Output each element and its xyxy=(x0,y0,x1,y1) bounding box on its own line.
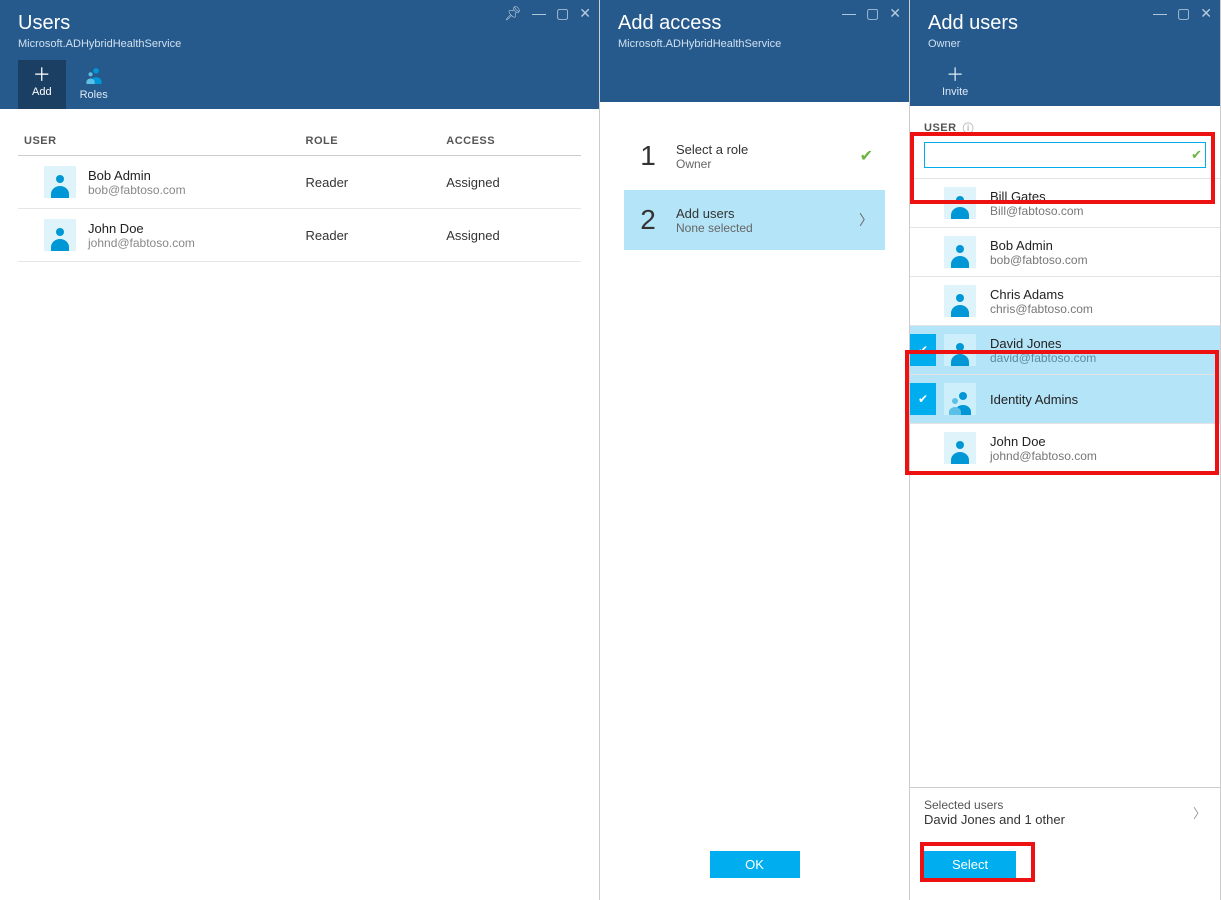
check-icon xyxy=(910,187,936,219)
maximize-icon[interactable]: ▢ xyxy=(866,6,879,20)
user-email: johnd@fabtoso.com xyxy=(88,236,195,250)
step-2[interactable]: 2 Add users None selected 〉 xyxy=(624,190,885,250)
add-users-blade: — ▢ ✕ Add users Owner ＋ Invite USER ⓘ ✔ … xyxy=(910,0,1221,900)
list-item[interactable]: Bob Admin bob@fabtoso.com xyxy=(910,228,1220,277)
user-email: johnd@fabtoso.com xyxy=(990,449,1097,463)
user-access: Assigned xyxy=(440,209,581,262)
user-access: Assigned xyxy=(440,156,581,209)
user-role: Reader xyxy=(300,209,441,262)
minimize-icon[interactable]: — xyxy=(1153,6,1167,20)
users-body: USER ROLE ACCESS Bob Admin bob@fabtoso.c… xyxy=(0,109,599,900)
pin-icon[interactable]: 📌︎ xyxy=(504,6,522,20)
filter-label: USER xyxy=(924,122,957,134)
check-icon xyxy=(910,285,936,317)
check-icon: ✔ xyxy=(860,146,873,166)
users-title: Users xyxy=(18,12,581,35)
user-role: Reader xyxy=(300,156,441,209)
step-number: 2 xyxy=(636,204,660,236)
invite-button[interactable]: ＋ Invite xyxy=(928,60,982,106)
step-1[interactable]: 1 Select a role Owner ✔ xyxy=(624,126,885,186)
add-users-subtitle: Owner xyxy=(928,38,1202,50)
steps: 1 Select a role Owner ✔ 2 Add users None… xyxy=(600,102,909,837)
chevron-right-icon: 〉 xyxy=(859,210,873,230)
avatar xyxy=(944,432,976,464)
plus-icon: ＋ xyxy=(33,66,51,84)
users-table: USER ROLE ACCESS Bob Admin bob@fabtoso.c… xyxy=(18,127,581,262)
add-access-blade: — ▢ ✕ Add access Microsoft.ADHybridHealt… xyxy=(600,0,910,900)
user-name: David Jones xyxy=(990,336,1096,351)
user-email: bob@fabtoso.com xyxy=(990,253,1088,267)
user-name: Chris Adams xyxy=(990,287,1093,302)
add-access-subtitle: Microsoft.ADHybridHealthService xyxy=(618,38,891,50)
avatar xyxy=(944,285,976,317)
step-sub: Owner xyxy=(676,157,844,171)
maximize-icon[interactable]: ▢ xyxy=(556,6,569,20)
user-name: John Doe xyxy=(88,221,195,236)
users-header: 📌︎ — ▢ ✕ Users Microsoft.ADHybridHealthS… xyxy=(0,0,599,109)
close-icon[interactable]: ✕ xyxy=(1200,6,1212,20)
list-item[interactable]: ✔ David Jones david@fabtoso.com xyxy=(910,326,1220,375)
step-sub: None selected xyxy=(676,221,843,235)
user-search-input[interactable] xyxy=(924,142,1206,168)
check-icon xyxy=(910,236,936,268)
avatar xyxy=(944,383,976,415)
filter-block: USER ⓘ ✔ xyxy=(910,106,1220,178)
avatar xyxy=(44,219,76,251)
check-icon: ✔ xyxy=(910,383,936,415)
table-row[interactable]: Bob Admin bob@fabtoso.com Reader Assigne… xyxy=(18,156,581,209)
check-icon: ✔ xyxy=(910,334,936,366)
user-name: Bill Gates xyxy=(990,189,1084,204)
user-name: Bob Admin xyxy=(990,238,1088,253)
add-button[interactable]: ＋ Add xyxy=(18,60,66,109)
user-name: John Doe xyxy=(990,434,1097,449)
user-list: Bill Gates Bill@fabtoso.com Bob Admin bo… xyxy=(910,178,1220,473)
step-title: Select a role xyxy=(676,142,844,157)
users-blade: 📌︎ — ▢ ✕ Users Microsoft.ADHybridHealthS… xyxy=(0,0,600,900)
users-subtitle: Microsoft.ADHybridHealthService xyxy=(18,38,581,50)
chevron-right-icon: 〉 xyxy=(1193,803,1206,822)
avatar xyxy=(944,187,976,219)
select-button[interactable]: Select xyxy=(924,851,1016,878)
step-number: 1 xyxy=(636,140,660,172)
avatar xyxy=(44,166,76,198)
maximize-icon[interactable]: ▢ xyxy=(1177,6,1190,20)
list-item[interactable]: ✔ Identity Admins xyxy=(910,375,1220,424)
selected-users-summary: David Jones and 1 other xyxy=(924,812,1065,827)
col-user: USER xyxy=(18,127,300,156)
col-role: ROLE xyxy=(300,127,441,156)
add-access-header: — ▢ ✕ Add access Microsoft.ADHybridHealt… xyxy=(600,0,909,102)
minimize-icon[interactable]: — xyxy=(842,6,856,20)
roles-button[interactable]: Roles xyxy=(66,60,122,109)
user-email: bob@fabtoso.com xyxy=(88,183,186,197)
list-item[interactable]: John Doe johnd@fabtoso.com xyxy=(910,424,1220,473)
check-icon xyxy=(910,432,936,464)
user-email: chris@fabtoso.com xyxy=(990,302,1093,316)
selected-users-bar[interactable]: Selected users David Jones and 1 other 〉 xyxy=(910,787,1220,837)
roles-icon xyxy=(85,66,103,87)
close-icon[interactable]: ✕ xyxy=(579,6,591,20)
ok-button[interactable]: OK xyxy=(710,851,800,878)
col-access: ACCESS xyxy=(440,127,581,156)
info-icon[interactable]: ⓘ xyxy=(963,120,975,136)
step-title: Add users xyxy=(676,206,843,221)
user-name: Bob Admin xyxy=(88,168,186,183)
user-email: david@fabtoso.com xyxy=(990,351,1096,365)
avatar xyxy=(944,236,976,268)
plus-icon: ＋ xyxy=(946,66,964,84)
table-row[interactable]: John Doe johnd@fabtoso.com Reader Assign… xyxy=(18,209,581,262)
list-item[interactable]: Bill Gates Bill@fabtoso.com xyxy=(910,179,1220,228)
add-users-header: — ▢ ✕ Add users Owner ＋ Invite xyxy=(910,0,1220,106)
user-email: Bill@fabtoso.com xyxy=(990,204,1084,218)
close-icon[interactable]: ✕ xyxy=(889,6,901,20)
selected-users-label: Selected users xyxy=(924,798,1065,812)
avatar xyxy=(944,334,976,366)
list-item[interactable]: Chris Adams chris@fabtoso.com xyxy=(910,277,1220,326)
minimize-icon[interactable]: — xyxy=(532,6,546,20)
user-name: Identity Admins xyxy=(990,392,1078,407)
check-icon: ✔ xyxy=(1191,147,1202,163)
